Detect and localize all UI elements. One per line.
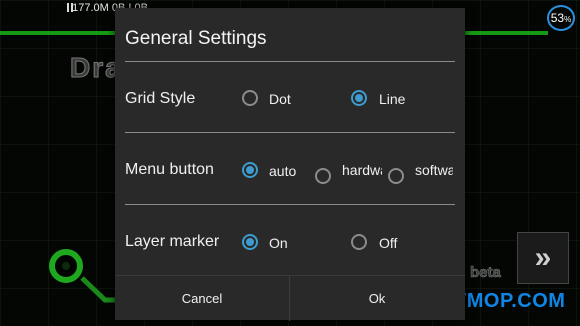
- battery-value: 53: [550, 11, 565, 25]
- menu-button-software-label[interactable]: software: [415, 163, 453, 187]
- layer-marker-off-label[interactable]: Off: [379, 235, 397, 251]
- fast-forward-button[interactable]: »: [517, 232, 569, 284]
- ok-button[interactable]: Ok: [290, 276, 464, 321]
- grid-style-dot-radio[interactable]: [242, 90, 258, 106]
- divider: [125, 132, 455, 133]
- battery-unit: %: [564, 15, 572, 24]
- layer-marker-on-radio[interactable]: [242, 234, 258, 250]
- background-beta-label: beta: [470, 264, 501, 282]
- menu-button-label: Menu button: [125, 161, 214, 178]
- menu-button-hardware-radio[interactable]: [315, 168, 331, 184]
- battery-indicator: 53%: [547, 5, 575, 31]
- menu-button-auto-radio[interactable]: [242, 162, 258, 178]
- menu-button-software-radio[interactable]: [388, 168, 404, 184]
- general-settings-dialog: General Settings Grid Style Dot Line Men…: [115, 8, 465, 321]
- layer-marker-on-label[interactable]: On: [269, 235, 288, 251]
- fast-forward-icon: »: [534, 241, 552, 274]
- grid-style-line-label[interactable]: Line: [379, 91, 405, 107]
- divider: [125, 204, 455, 205]
- layer-marker-off-radio[interactable]: [351, 234, 367, 250]
- grid-style-dot-label[interactable]: Dot: [269, 91, 291, 107]
- divider: [125, 61, 455, 62]
- watermark-text: ITMOP.COM: [448, 290, 566, 312]
- layer-marker-label: Layer marker: [125, 233, 220, 250]
- menu-button-hardware-label[interactable]: hardware: [342, 163, 382, 187]
- menu-button-auto-label[interactable]: auto: [269, 163, 296, 179]
- dialog-footer: Cancel Ok: [115, 275, 465, 321]
- grid-style-label: Grid Style: [125, 90, 196, 107]
- cancel-button[interactable]: Cancel: [115, 276, 289, 321]
- grid-style-line-radio[interactable]: [351, 90, 367, 106]
- dialog-title: General Settings: [125, 28, 267, 49]
